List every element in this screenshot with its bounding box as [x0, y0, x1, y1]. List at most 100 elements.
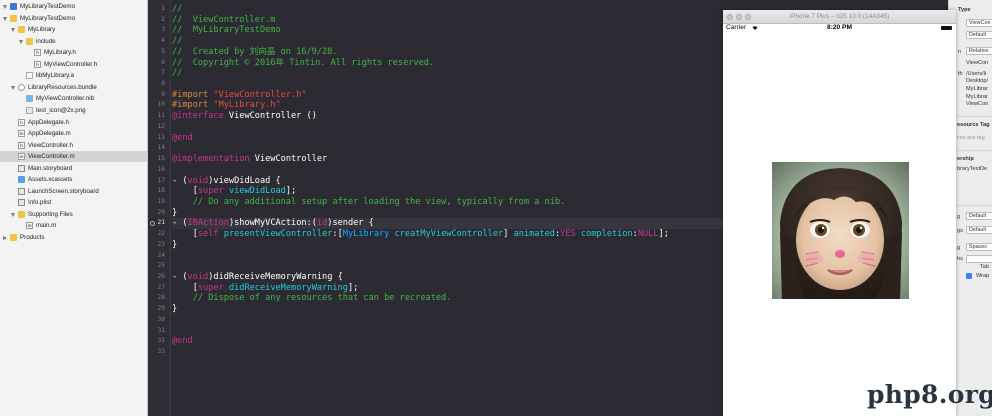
code-line[interactable]: #import "ViewController.h": [172, 90, 723, 101]
code-line[interactable]: //: [172, 68, 723, 79]
location-popup[interactable]: Default: [966, 31, 992, 39]
line-number[interactable]: 33: [148, 347, 165, 358]
disclosure-open-icon[interactable]: [11, 28, 15, 33]
line-number[interactable]: 15: [148, 154, 165, 165]
line-number[interactable]: 3: [148, 25, 165, 36]
line-number[interactable]: 8: [148, 79, 165, 90]
wrap-lines-checkbox[interactable]: [966, 273, 972, 279]
navigator-item[interactable]: MyLibraryTestDemo: [0, 13, 147, 24]
navigator-item[interactable]: Info.plist: [0, 197, 147, 208]
line-number[interactable]: 24: [148, 251, 165, 262]
simulator-title-bar[interactable]: iPhone 7 Plus – iOS 10.0 (14A345): [723, 10, 956, 24]
code-line[interactable]: #import "MyLibrary.h": [172, 100, 723, 111]
source-editor[interactable]: 1 2 3 4 5 6 7 8 9 10 11 12 13 14 15 16 17 18 19 20 21 22 23 24 2…: [148, 0, 723, 416]
code-line[interactable]: [172, 165, 723, 176]
code-line[interactable]: [172, 251, 723, 262]
code-line[interactable]: [172, 347, 723, 358]
tab-width-field[interactable]: [966, 255, 992, 263]
line-number-gutter[interactable]: 1 2 3 4 5 6 7 8 9 10 11 12 13 14 15 16 17 18 19 20 21 22 23 24 2…: [148, 0, 171, 416]
line-number[interactable]: 9: [148, 90, 165, 101]
line-number[interactable]: 22: [148, 229, 165, 240]
line-number[interactable]: 25: [148, 261, 165, 272]
code-line[interactable]: - (void)viewDidLoad {: [172, 176, 723, 187]
line-number[interactable]: 26: [148, 272, 165, 283]
code-line[interactable]: // MyLibraryTestDemo: [172, 25, 723, 36]
code-line[interactable]: [172, 261, 723, 272]
ios-simulator-window[interactable]: iPhone 7 Plus – iOS 10.0 (14A345) Carrie…: [723, 10, 956, 416]
line-number[interactable]: 19: [148, 197, 165, 208]
disclosure-open-icon[interactable]: [3, 5, 7, 9]
code-line[interactable]: [self presentViewController:[MyLibrary c…: [172, 229, 723, 240]
code-line[interactable]: //: [172, 36, 723, 47]
code-line[interactable]: [172, 143, 723, 154]
navigator-item[interactable]: test_icon@2x.png: [0, 105, 147, 116]
code-line[interactable]: //: [172, 4, 723, 15]
code-line[interactable]: // Copyright © 2016年 Tintin. All rights …: [172, 58, 723, 69]
navigator-item[interactable]: include: [0, 36, 147, 47]
disclosure-open-icon[interactable]: [11, 212, 15, 217]
disclosure-open-icon[interactable]: [3, 16, 7, 21]
line-number[interactable]: 23: [148, 240, 165, 251]
code-line[interactable]: @implementation ViewController: [172, 154, 723, 165]
file-type-popup[interactable]: ViewCon: [966, 19, 992, 27]
line-number[interactable]: 29: [148, 304, 165, 315]
code-line[interactable]: // Do any additional setup after loading…: [172, 197, 723, 208]
code-line[interactable]: }: [172, 304, 723, 315]
line-number[interactable]: 18: [148, 186, 165, 197]
navigator-item[interactable]: Assets.xcassets: [0, 174, 147, 185]
line-number[interactable]: 28: [148, 293, 165, 304]
code-line[interactable]: [super didReceiveMemoryWarning];: [172, 283, 723, 294]
code-line[interactable]: [172, 315, 723, 326]
line-number[interactable]: 4: [148, 36, 165, 47]
line-number[interactable]: 6: [148, 58, 165, 69]
line-number[interactable]: 12: [148, 122, 165, 133]
line-number[interactable]: 17: [148, 176, 165, 187]
navigator-item[interactable]: LibraryResources.bundle: [0, 82, 147, 93]
text-encoding-popup[interactable]: Default: [966, 212, 992, 220]
line-number[interactable]: 10: [148, 100, 165, 111]
navigator-item[interactable]: Main.storyboard: [0, 163, 147, 174]
line-endings-popup[interactable]: Default: [966, 226, 992, 234]
code-line[interactable]: }: [172, 240, 723, 251]
line-number[interactable]: 11: [148, 111, 165, 122]
line-number[interactable]: 27: [148, 283, 165, 294]
line-number[interactable]: 2: [148, 15, 165, 26]
code-line[interactable]: // ViewController.m: [172, 15, 723, 26]
disclosure-closed-icon[interactable]: [3, 235, 7, 240]
line-number[interactable]: 30: [148, 315, 165, 326]
navigator-item[interactable]: MyLibrary: [0, 24, 147, 35]
target-membership-item[interactable]: braryTestDe: [957, 166, 987, 173]
navigator-item[interactable]: MyLibraryTestDemo: [0, 1, 147, 12]
relative-popup[interactable]: Relative: [966, 47, 992, 55]
code-line[interactable]: [172, 79, 723, 90]
navigator-item[interactable]: LaunchScreen.storyboard: [0, 186, 147, 197]
navigator-item[interactable]: m ViewController.m: [0, 151, 147, 163]
navigator-item[interactable]: Supporting Files: [0, 209, 147, 220]
line-number[interactable]: 32: [148, 336, 165, 347]
navigator-item[interactable]: libMyLibrary.a: [0, 70, 147, 81]
code-line[interactable]: [172, 122, 723, 133]
disclosure-open-icon[interactable]: [19, 39, 23, 44]
navigator-item[interactable]: h MyViewController.h: [0, 59, 147, 70]
indent-using-popup[interactable]: Spaces: [966, 243, 992, 251]
disclosure-open-icon[interactable]: [11, 85, 15, 90]
navigator-item[interactable]: m main.m: [0, 220, 147, 231]
line-number[interactable]: 20: [148, 208, 165, 219]
navigator-item[interactable]: h ViewController.h: [0, 140, 147, 151]
code-line[interactable]: - (void)didReceiveMemoryWarning {: [172, 272, 723, 283]
line-number[interactable]: 1: [148, 4, 165, 15]
code-line[interactable]: // Dispose of any resources that can be …: [172, 293, 723, 304]
navigator-item[interactable]: MyViewController.nib: [0, 93, 147, 104]
line-number[interactable]: 31: [148, 326, 165, 337]
navigator-item[interactable]: Products: [0, 232, 147, 243]
navigator-item[interactable]: m AppDelegate.m: [0, 128, 147, 139]
line-number[interactable]: 14: [148, 143, 165, 154]
line-number[interactable]: 13: [148, 133, 165, 144]
navigator-item[interactable]: h AppDelegate.h: [0, 117, 147, 128]
code-line[interactable]: [super viewDidLoad];: [172, 186, 723, 197]
code-line[interactable]: @end: [172, 336, 723, 347]
line-number[interactable]: 7: [148, 68, 165, 79]
code-line[interactable]: // Created by 刘向晶 on 16/9/28.: [172, 47, 723, 58]
navigator-item[interactable]: h MyLibrary.h: [0, 47, 147, 58]
code-line[interactable]: @interface ViewController (): [172, 111, 723, 122]
